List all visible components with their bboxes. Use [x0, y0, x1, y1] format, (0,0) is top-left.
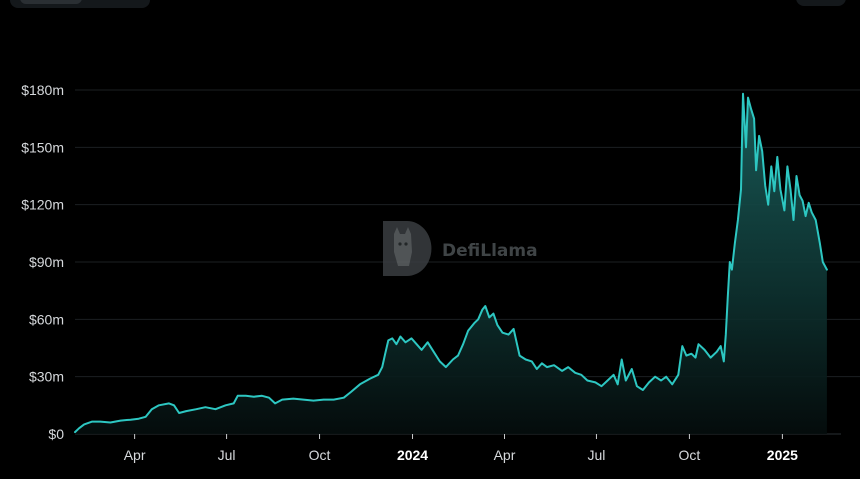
- watermark: DefiLlama: [383, 221, 538, 276]
- y-tick-label: $120m: [21, 197, 64, 213]
- watermark-text: DefiLlama: [442, 241, 538, 261]
- y-tick-label: $180m: [21, 82, 64, 98]
- x-tick-label: Apr: [124, 447, 146, 463]
- x-axis-ticks: Apr Jul Oct 2024 Apr Jul Oct 2025: [124, 434, 798, 463]
- x-tick-label: Jul: [587, 447, 605, 463]
- y-tick-label: $90m: [29, 254, 64, 270]
- x-tick-label: 2025: [767, 447, 798, 463]
- area-fill: [75, 93, 827, 435]
- x-tick-label: Apr: [494, 447, 516, 463]
- llama-logo-icon: [383, 221, 432, 276]
- y-tick-label: $30m: [29, 369, 64, 385]
- y-tick-label: $0: [48, 426, 64, 442]
- x-tick-label: Jul: [218, 447, 236, 463]
- series-area: [75, 93, 827, 435]
- y-axis-ticks: $0 $30m $60m $90m $120m $150m $180m: [21, 82, 64, 442]
- y-tick-label: $150m: [21, 139, 64, 155]
- x-tick-label: Oct: [309, 447, 331, 463]
- x-tick-label: Oct: [679, 447, 701, 463]
- tvl-area-chart: DefiLlama $0$30m$60m$90m$120m$150m$180m …: [21, 82, 860, 463]
- y-tick-label: $60m: [29, 311, 64, 327]
- x-tick-label: 2024: [397, 447, 428, 463]
